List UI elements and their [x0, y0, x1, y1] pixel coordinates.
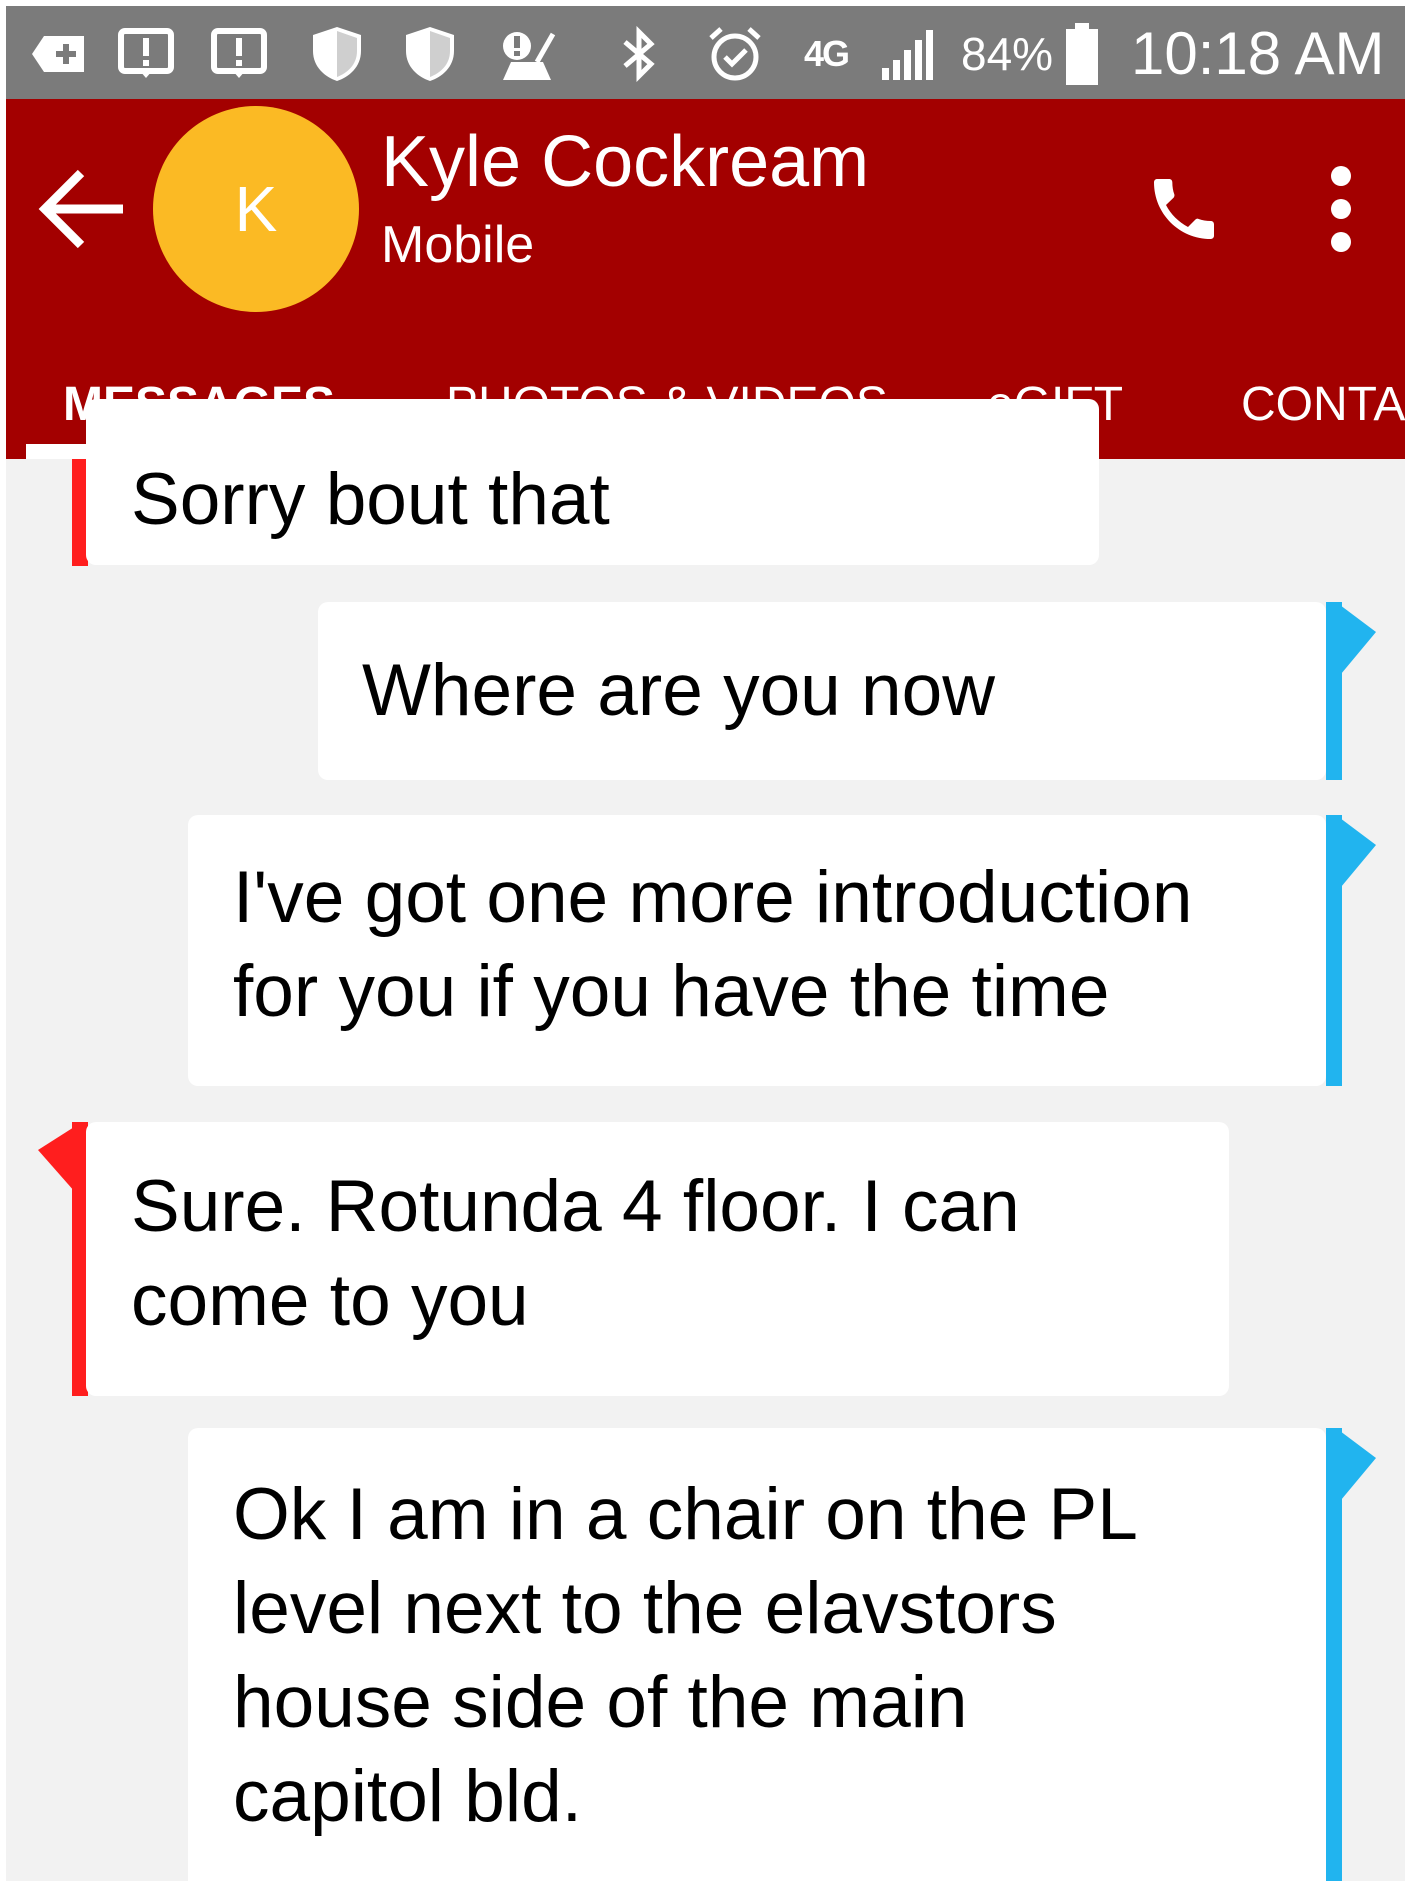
shield-icon — [401, 27, 459, 81]
message-text-line: Sure. Rotunda 4 floor. I can — [131, 1166, 1020, 1247]
battery-icon — [1062, 23, 1102, 85]
contact-name: Kyle Cockream — [381, 122, 870, 202]
avatar-letter: K — [234, 173, 278, 245]
app-frame: 4G 84% 10:18 AM K Kyle Cockream Mobile M… — [6, 6, 1405, 1881]
shield-icon — [308, 27, 366, 81]
add-box-icon — [28, 28, 90, 80]
bluetooth-icon — [616, 26, 662, 82]
message-text: Where are you now — [362, 650, 995, 731]
message-text-line: for you if you have the time — [233, 951, 1110, 1032]
call-button[interactable] — [1134, 159, 1234, 259]
tab-contact[interactable]: CONTA — [1241, 349, 1405, 459]
message-text-line: capitol bld. — [233, 1756, 582, 1837]
back-button[interactable] — [32, 159, 132, 259]
incoming-message[interactable]: Sure. Rotunda 4 floor. I can come to you — [86, 1122, 1229, 1396]
message-text-line: come to you — [131, 1260, 529, 1341]
message-text-line: level next to the elavstors — [233, 1568, 1057, 1649]
message-list[interactable]: Sorry bout that Where are you now I've g… — [6, 399, 1405, 1881]
outgoing-message[interactable]: Where are you now — [318, 602, 1326, 780]
more-options-button[interactable] — [1306, 154, 1376, 264]
message-text-line: Ok I am in a chair on the PL — [233, 1474, 1138, 1555]
sent-tail-icon — [1336, 1428, 1376, 1506]
alert-icon — [116, 28, 176, 80]
alarm-icon — [703, 27, 767, 81]
status-bar: 4G 84% 10:18 AM — [6, 6, 1405, 99]
contact-number-type: Mobile — [381, 216, 535, 274]
incoming-message[interactable]: Sorry bout that — [86, 399, 1099, 565]
sent-tail-icon — [1336, 602, 1376, 680]
outgoing-message[interactable]: I've got one more introduction for you i… — [188, 815, 1326, 1086]
avatar[interactable]: K — [153, 106, 359, 312]
cleanup-icon — [494, 28, 564, 80]
more-vert-icon — [1331, 166, 1351, 252]
lte-icon: 4G — [790, 28, 862, 80]
message-text-line: I've got one more introduction — [233, 857, 1193, 938]
outgoing-message[interactable]: Ok I am in a chair on the PL level next … — [188, 1428, 1326, 1881]
message-text-line: house side of the main — [233, 1662, 968, 1743]
clock: 10:18 AM — [1131, 20, 1385, 87]
message-text: Sorry bout that — [131, 459, 610, 540]
network-type: 4G — [803, 33, 850, 74]
back-arrow-icon — [38, 169, 123, 249]
phone-icon — [1154, 179, 1214, 239]
battery-percent: 84% — [961, 28, 1054, 80]
sent-tail-icon — [1336, 815, 1376, 893]
alert-icon — [209, 28, 269, 80]
signal-icon — [874, 28, 944, 80]
